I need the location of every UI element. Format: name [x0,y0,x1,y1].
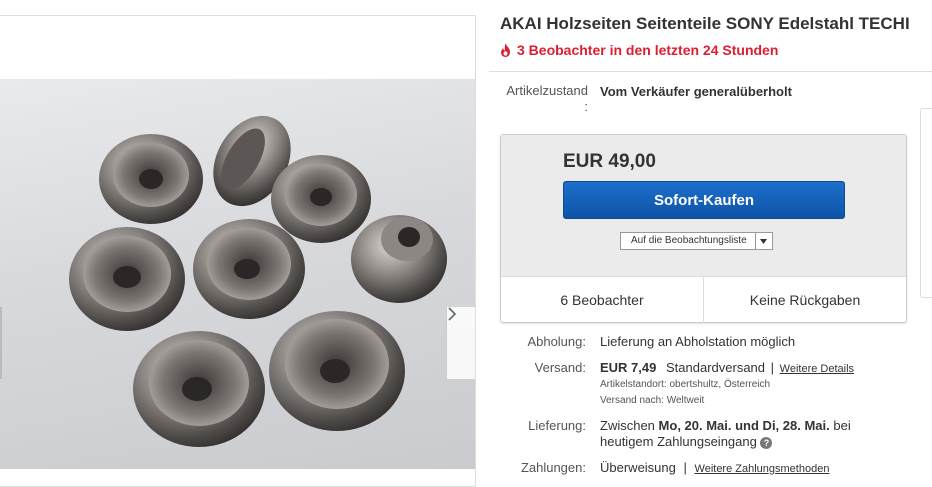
payment-method: Überweisung [600,460,676,475]
payment-label: Zahlungen: [520,460,586,475]
delivery-suffix: bei [833,418,851,433]
shipping-details-link[interactable]: Weitere Details [780,363,854,375]
price: EUR 49,00 [563,151,656,172]
next-image-button[interactable] [446,307,475,379]
buy-box-top: EUR 49,00 Sofort-Kaufen Auf die Beobacht… [501,135,906,276]
condition-label-colon: : [584,99,588,114]
delivery-prefix: Zwischen [600,418,655,433]
seller-info-box [920,108,932,298]
pickup-value: Lieferung an Abholstation möglich [600,334,796,349]
shipping-method: Standardversand [666,360,766,375]
buy-box-stats: 6 Beobachter Keine Rückgaben [501,276,906,323]
hot-watchers-text: 3 Beobachter in den letzten 24 Stunden [517,42,779,58]
delivery-condition: heutigem Zahlungseingang [600,434,757,449]
shipping-price: EUR 7,49 [600,360,657,375]
prev-image-edge[interactable] [0,307,2,379]
shipping-value: EUR 7,49 Standardversand | Weitere Detai… [600,360,854,375]
shipping-separator: | [770,360,775,375]
product-photo[interactable] [0,79,475,469]
condition-value: Vom Verkäufer generalüberholt [600,84,792,99]
payment-value: Überweisung | Weitere Zahlungsmethoden [600,460,829,475]
shipping-label: Versand: [534,360,586,375]
hot-watchers-notice: 3 Beobachter in den letzten 24 Stunden [500,42,778,58]
listing-title: AKAI Holzseiten Seitenteile SONY Edelsta… [500,14,910,33]
question-icon[interactable]: ? [760,437,773,449]
buy-now-button[interactable]: Sofort-Kaufen [563,181,845,219]
watchers-count: 6 Beobachter [560,292,644,308]
buy-box: EUR 49,00 Sofort-Kaufen Auf die Beobacht… [500,134,907,323]
payment-separator: | [683,460,687,475]
caret-down-icon[interactable] [756,233,772,249]
condition-label-text: Artikelzustand [506,83,588,98]
watchlist-label[interactable]: Auf die Beobachtungsliste [621,233,756,249]
image-gallery [0,15,476,487]
payment-methods-link[interactable]: Weitere Zahlungsmethoden [695,463,830,475]
ships-to: Versand nach: Weltweit [600,395,705,406]
condition-label: Artikelzustand : [500,83,588,115]
pickup-label: Abholung: [527,334,586,349]
watchlist-dropdown[interactable]: Auf die Beobachtungsliste [620,232,773,250]
flame-icon [501,43,510,57]
chevron-right-icon [448,307,457,321]
product-photo-graphic [69,115,447,447]
returns-policy: Keine Rückgaben [703,277,906,323]
item-location: Artikelstandort: obertshultz, Österreich [600,379,771,390]
delivery-dates: Mo, 20. Mai. und Di, 28. Mai. [658,418,830,433]
divider [489,71,932,72]
delivery-value: Zwischen Mo, 20. Mai. und Di, 28. Mai. b… [600,418,900,450]
delivery-label: Lieferung: [528,418,586,433]
